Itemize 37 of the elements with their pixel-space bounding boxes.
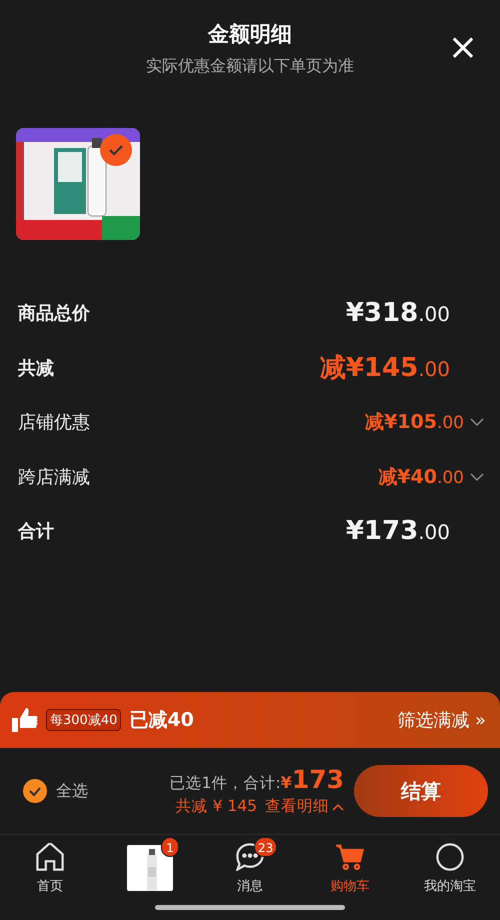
nav-tab[interactable]: 1 [100,835,200,899]
check-icon [108,144,124,156]
nav-tab[interactable]: 23 消息 [200,835,300,899]
price-label: 店铺优惠 [18,411,90,434]
thumbs-up-icon [12,708,38,732]
promo-tag: 每300减40 [46,709,122,731]
discount-text: 共减 ¥ 145 [176,796,257,817]
filter-link[interactable]: 筛选满减 » [397,708,486,732]
chevron-down-icon[interactable] [470,472,484,482]
price-amount: 减¥105.00 [365,410,464,436]
chevron-down-icon[interactable] [470,417,484,428]
nav-tab[interactable]: 购物车 [300,835,400,899]
price-label: 合计 [18,520,54,544]
dialog-title: 金额明细 [208,21,292,48]
dialog-subtitle: 实际优惠金额请以下单页为准 [146,56,354,77]
count-badge: 23 [254,837,278,857]
caret-up-icon [332,802,344,810]
price-amount: 减¥40.00 [378,464,464,490]
price-amount: ¥318.00 [346,298,450,328]
close-button[interactable]: × [444,30,482,66]
select-all-checkbox[interactable]: 全选 [22,778,88,804]
price-label: 商品总价 [18,302,90,326]
count-badge: 1 [161,837,179,857]
total-amount: ¥173 [280,765,344,794]
cart-icon [336,843,364,871]
summary-text: 已选1件，合计: [170,773,281,794]
check-icon [22,778,48,804]
price-amount: ¥173.00 [346,516,450,546]
checkout-button[interactable]: 结算 [354,765,488,817]
home-icon [36,843,64,871]
details-link[interactable]: 查看明细 [265,796,344,817]
promo-text: 已减40 [129,708,194,733]
price-amount: 减¥145.00 [320,352,450,386]
price-label: 跨店满减 [18,466,90,489]
nav-tab[interactable]: 首页 [0,835,100,899]
nav-tab[interactable]: 我的淘宝 [400,835,500,899]
price-label: 共减 [18,356,54,380]
